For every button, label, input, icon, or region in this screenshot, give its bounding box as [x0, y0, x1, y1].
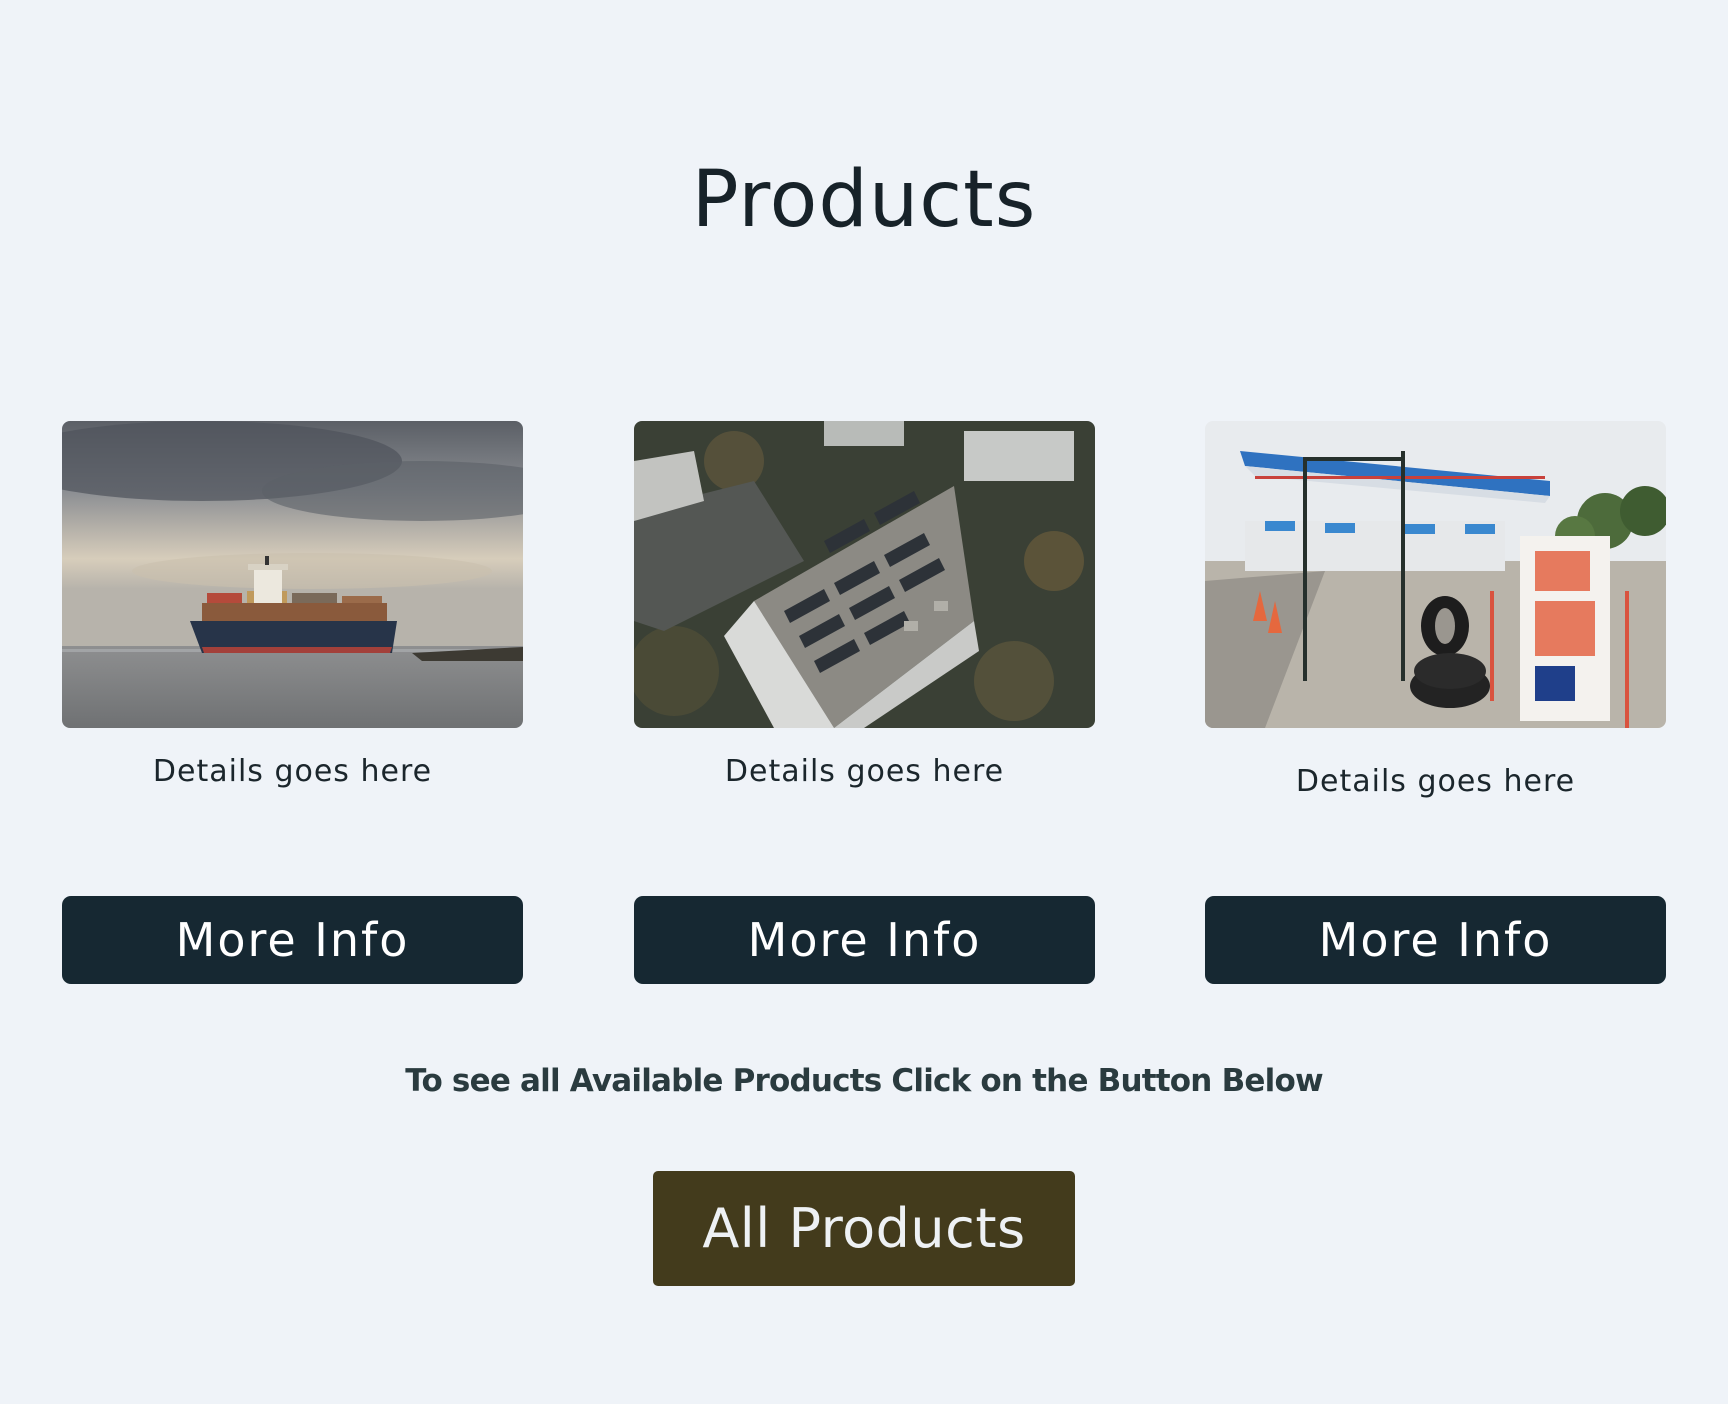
product-card: Details goes here More Info [1205, 421, 1666, 984]
card-details: Details goes here [724, 754, 1005, 789]
more-info-button[interactable]: More Info [634, 896, 1095, 984]
all-products-button[interactable]: All Products [653, 1171, 1075, 1286]
more-info-button[interactable]: More Info [62, 896, 523, 984]
card-details: Details goes here [1295, 764, 1576, 799]
more-info-button[interactable]: More Info [1205, 896, 1666, 984]
section-title: Products [691, 155, 1037, 245]
cta-text: To see all Available Products Click on t… [405, 1063, 1323, 1099]
product-card: Details goes here More Info [634, 421, 1095, 984]
product-cards: Details goes here More Info Details goes… [62, 421, 1667, 984]
card-details: Details goes here [152, 754, 433, 789]
gas-station-photo [1205, 421, 1666, 728]
products-page: Products Details goes here More Info Det… [0, 0, 1728, 1404]
container-ship-photo [62, 421, 523, 728]
solar-roof-building-photo [634, 421, 1095, 728]
product-card: Details goes here More Info [62, 421, 523, 984]
